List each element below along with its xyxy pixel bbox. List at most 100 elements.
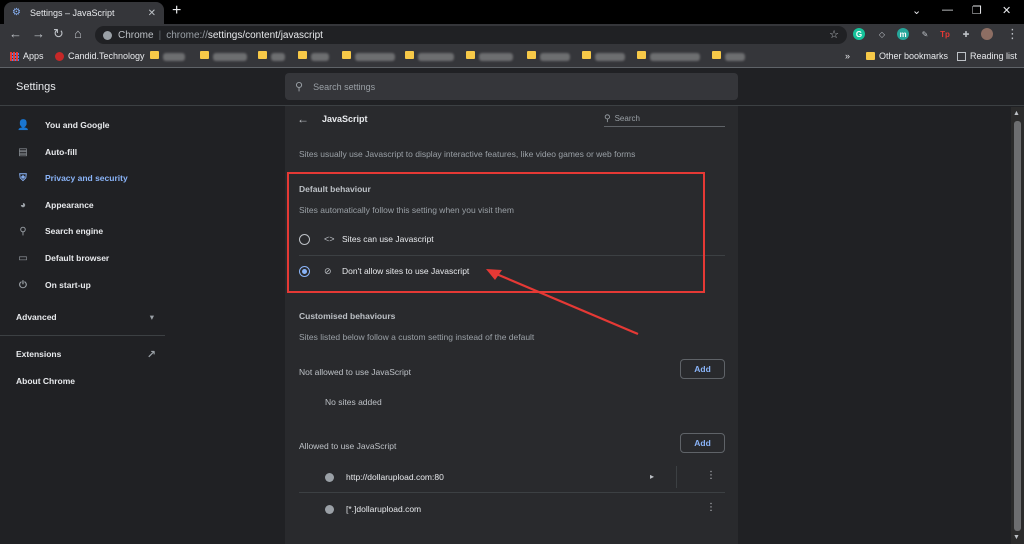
home-icon[interactable]: ⌂ <box>74 27 82 41</box>
site-info-icon[interactable] <box>103 30 112 40</box>
minimize-button[interactable]: — <box>942 4 953 16</box>
allowed-site-row[interactable]: http://dollarupload.com:80 <box>325 467 725 487</box>
no-sites-added-label: No sites added <box>325 397 382 407</box>
tp-extension-icon[interactable]: Tp <box>939 28 951 40</box>
search-icon: ⚲ <box>19 225 27 237</box>
power-icon: ⏻ <box>19 279 27 291</box>
new-tab-button[interactable]: + <box>172 3 181 19</box>
bookmark-blurred[interactable] <box>582 51 595 59</box>
add-allowed-button[interactable]: Add <box>680 433 725 453</box>
page-title: Settings <box>16 81 56 93</box>
blurred-bookmark-label <box>479 53 513 61</box>
back-icon[interactable]: ← <box>9 27 22 41</box>
forward-icon[interactable]: → <box>32 27 45 41</box>
avatar[interactable] <box>981 28 993 40</box>
page-search-input[interactable]: ⚲ Search <box>604 110 725 127</box>
tab-settings-javascript[interactable]: ⚙ Settings – JavaScript ✕ <box>4 2 164 24</box>
site-url: http://dollarupload.com:80 <box>346 472 444 482</box>
tab-title: Settings – JavaScript <box>30 8 115 18</box>
scroll-up-icon[interactable]: ▲ <box>1013 110 1020 117</box>
overflow-chevron-icon: » <box>845 51 851 61</box>
reading-list-button[interactable]: Reading list <box>957 51 1017 61</box>
sidebar-item-extensions[interactable]: Extensions ↗ <box>0 344 170 364</box>
search-icon: ⚲ <box>295 81 304 93</box>
tab-search-icon[interactable]: ⌄ <box>912 4 921 17</box>
sidebar-item-privacy-and-security[interactable]: ⛨ Privacy and security <box>0 168 170 188</box>
annotation-arrow <box>486 269 639 336</box>
folder-icon <box>342 51 351 59</box>
m-extension-icon[interactable]: m <box>897 28 909 40</box>
bookmark-blurred[interactable] <box>150 51 163 59</box>
search-icon: ⚲ <box>604 112 611 123</box>
sidebar-item-advanced[interactable]: Advanced ▾ <box>0 307 170 327</box>
scrollbar-thumb[interactable] <box>1014 121 1021 531</box>
address-bar[interactable]: Chrome | chrome:// settings/content/java… <box>95 26 847 44</box>
sidebar-item-default-browser[interactable]: ▭ Default browser <box>0 248 170 268</box>
more-actions-icon[interactable]: ⋮ <box>706 470 716 481</box>
arrow-shaft <box>493 271 639 336</box>
sidebar-item-label: Auto-fill <box>45 147 78 157</box>
tab-extension-icon[interactable]: ◇ <box>876 28 888 40</box>
back-arrow-icon[interactable]: ← <box>297 112 309 126</box>
bookmark-candid-technology[interactable]: Candid.Technology <box>55 51 145 61</box>
grammarly-icon[interactable]: G <box>853 28 865 40</box>
url-separator: | <box>158 29 162 41</box>
folder-icon <box>466 51 475 59</box>
open-external-icon: ↗ <box>146 348 156 361</box>
search-settings-input[interactable]: ⚲ Search settings <box>285 73 738 100</box>
sidebar-item-about-chrome[interactable]: About Chrome <box>0 371 170 391</box>
browser-toolbar: ← → ↻ ⌂ Chrome | chrome:// settings/cont… <box>0 24 1024 46</box>
bookmark-blurred[interactable] <box>200 51 213 59</box>
more-actions-icon[interactable]: ⋮ <box>706 502 716 513</box>
bookmark-blurred[interactable] <box>298 51 311 59</box>
folder-icon <box>712 51 721 59</box>
sidebar-item-you-and-google[interactable]: 👤 You and Google <box>0 115 170 135</box>
palette-icon: ◕ <box>19 199 27 211</box>
blurred-bookmark-label <box>355 53 395 61</box>
blurred-bookmark-label <box>271 53 285 61</box>
bookmark-blurred[interactable] <box>466 51 479 59</box>
bookmark-blurred[interactable] <box>258 51 271 59</box>
candid-icon <box>55 51 64 61</box>
sidebar-item-label: You and Google <box>45 120 110 130</box>
bookmark-blurred[interactable] <box>405 51 418 59</box>
star-icon[interactable]: ☆ <box>829 28 839 41</box>
sidebar-divider <box>0 335 165 336</box>
allowed-site-row[interactable]: [*.]dollarupload.com <box>325 499 725 519</box>
sidebar-item-on-start-up[interactable]: ⏻ On start-up <box>0 275 170 295</box>
globe-icon <box>325 504 334 514</box>
bookmark-blurred[interactable] <box>637 51 650 59</box>
pen-extension-icon[interactable]: ✎ <box>919 28 931 40</box>
bookmarks-overflow-button[interactable]: » <box>845 51 850 61</box>
bookmark-label: Candid.Technology <box>68 51 145 61</box>
search-placeholder: Search settings <box>313 81 376 92</box>
browser-icon: ▭ <box>18 252 28 264</box>
bookmark-blurred[interactable] <box>342 51 355 59</box>
chevron-right-icon[interactable]: ▸ <box>650 472 654 481</box>
bookmark-blurred[interactable] <box>527 51 540 59</box>
page-scrollbar[interactable]: ▲ ▼ <box>1011 107 1024 544</box>
reload-icon[interactable]: ↻ <box>53 27 64 41</box>
bookmark-apps[interactable]: Apps <box>10 51 44 61</box>
scroll-down-icon[interactable]: ▼ <box>1013 534 1020 541</box>
close-icon[interactable]: ✕ <box>148 8 156 19</box>
maximize-button[interactable]: ❐ <box>972 4 982 17</box>
sidebar-item-auto-fill[interactable]: ▤ Auto-fill <box>0 142 170 162</box>
bookmark-blurred[interactable] <box>712 51 725 59</box>
url-scheme: chrome:// <box>166 29 208 41</box>
site-label: Chrome <box>118 29 154 41</box>
sidebar-item-label: Default browser <box>45 253 110 263</box>
sidebar-item-appearance[interactable]: ◕ Appearance <box>0 195 170 215</box>
blurred-bookmark-label <box>540 53 570 61</box>
add-not-allowed-button[interactable]: Add <box>680 359 725 379</box>
bookmark-other-bookmarks[interactable]: Other bookmarks <box>866 51 948 61</box>
row-divider <box>299 492 725 493</box>
puzzle-icon[interactable]: ✚ <box>960 28 972 40</box>
sidebar-item-search-engine[interactable]: ⚲ Search engine <box>0 221 170 241</box>
bookmark-label: Reading list <box>970 51 1018 61</box>
globe-icon <box>325 472 334 482</box>
folder-icon <box>258 51 267 59</box>
menu-kebab-icon[interactable]: ⋮ <box>1006 27 1019 41</box>
close-window-button[interactable]: ✕ <box>1002 4 1011 17</box>
card-header: ← JavaScript ⚲ Search <box>285 106 738 132</box>
